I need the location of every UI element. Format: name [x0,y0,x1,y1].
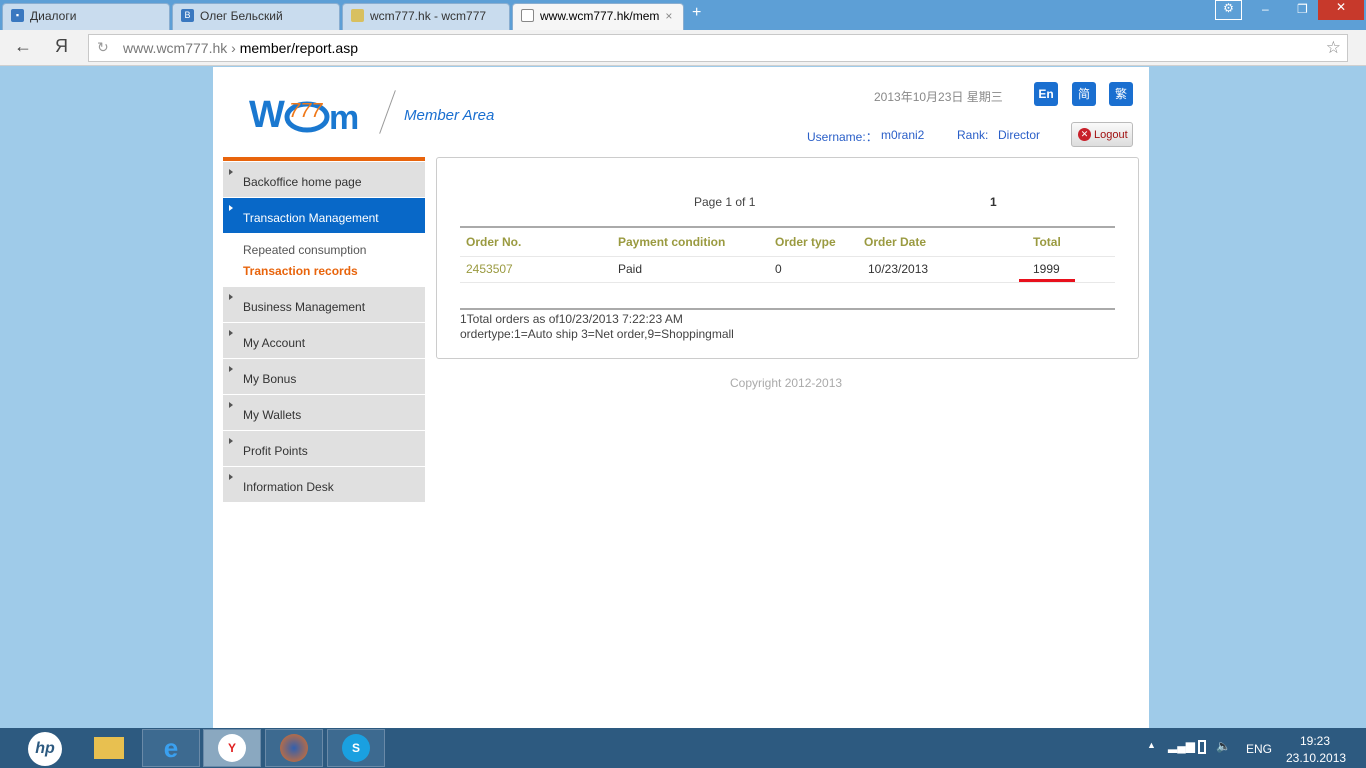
sidebar-item-my-wallets[interactable]: My Wallets [223,395,425,430]
file-explorer-icon[interactable] [80,729,138,767]
tab-vk[interactable]: B Олег Бельский [172,3,340,30]
table-bottom-rule [460,308,1115,310]
report-panel: Page 1 of 1 1 Order No. Payment conditio… [436,157,1139,359]
svg-text:777: 777 [289,100,323,122]
rank-label: Rank: [957,128,989,142]
address-bar: ← Я ↻ www.wcm777.hk › member/report.asp … [0,30,1366,66]
sidebar-item-my-account[interactable]: My Account [223,323,425,358]
internet-explorer-icon[interactable]: e [142,729,200,767]
yandex-button[interactable]: Я [55,36,68,57]
firefox-icon[interactable] [265,729,323,767]
lang-traditional-button[interactable]: 繁 [1109,82,1133,106]
username-label: Username:： [807,130,878,144]
page-link[interactable]: 1 [990,195,997,209]
sidebar-item-transaction-management[interactable]: Transaction Management [223,198,425,233]
member-area-title: Member Area [404,107,495,124]
close-circle-icon: ✕ [1078,128,1091,141]
page-icon [351,9,364,22]
sidebar-item-backoffice[interactable]: Backoffice home page [223,162,425,197]
back-button[interactable]: ← [14,36,32,57]
battery-icon[interactable] [1198,740,1206,754]
clock-time[interactable]: 19:23 [1300,734,1330,748]
signal-icon[interactable]: ▂▄▆ [1168,739,1195,753]
subitem-transaction-records[interactable]: Transaction records [243,264,358,278]
lang-en-button[interactable]: En [1034,82,1058,106]
orders-table: Order No. Payment condition Order type O… [460,228,1115,283]
table-row: 2453507 Paid 0 10/23/2013 1999 [460,256,1115,282]
volume-icon[interactable]: 🔈 [1216,739,1231,753]
current-date: 2013年10月23日 星期三 [874,90,1003,104]
tab-report[interactable]: www.wcm777.hk/mem × [512,3,684,30]
chat-icon: ▪ [11,9,24,22]
bookmark-star-icon[interactable]: ☆ [1326,38,1341,58]
page-info: Page 1 of 1 [694,195,756,209]
url-input[interactable]: ↻ www.wcm777.hk › member/report.asp ☆ [88,34,1348,62]
copyright: Copyright 2012-2013 [730,376,843,390]
restore-button[interactable]: ❐ [1297,2,1308,16]
settings-icon[interactable]: ⚙ [1215,0,1242,20]
logo-divider [379,90,396,134]
show-hidden-icons[interactable]: ▲ [1147,740,1156,750]
language-indicator[interactable]: ENG [1246,742,1272,756]
red-underline-annotation [1019,278,1075,282]
svg-text:m: m [329,99,359,133]
sidebar-item-information-desk[interactable]: Information Desk [223,467,425,502]
browser-tab-bar: ▪ Диалоги B Олег Бельский wcm777.hk - wcm7… [0,0,1366,30]
sidebar-item-business-management[interactable]: Business Management [223,287,425,322]
skype-icon[interactable]: S [327,729,385,767]
order-number[interactable]: 2453507 [460,256,618,282]
sidebar-accent [223,157,425,161]
vk-icon: B [181,9,194,22]
subitem-repeated-consumption[interactable]: Repeated consumption [243,243,366,257]
lang-simplified-button[interactable]: 简 [1072,82,1096,106]
tab-dialogs[interactable]: ▪ Диалоги [2,3,170,30]
page: W 777 m Member Area 2013年10月23日 星期三 En 简 繁… [213,67,1149,728]
svg-text:W: W [249,94,285,133]
yandex-browser-icon[interactable]: Y [203,729,261,767]
rank-value: Director [998,128,1041,142]
minimize-button[interactable]: – [1262,2,1269,16]
wcm777-logo[interactable]: W 777 m [249,89,361,137]
logout-button[interactable]: ✕ Logout [1071,122,1133,147]
close-window-button[interactable]: ✕ [1318,0,1364,20]
new-tab-button[interactable]: + [692,4,701,22]
ordertype-legend: ordertype:1=Auto ship 3=Net order,9=Shop… [460,327,734,341]
reload-icon[interactable]: ↻ [97,39,109,56]
table-header-row: Order No. Payment condition Order type O… [460,228,1115,256]
orders-summary: 1Total orders as of10/23/2013 7:22:23 AM [460,312,683,326]
hp-start-icon[interactable]: hp [28,732,62,766]
document-icon [521,9,534,22]
clock-date[interactable]: 23.10.2013 [1286,751,1346,765]
sidebar-item-profit-points[interactable]: Profit Points [223,431,425,466]
close-tab-icon[interactable]: × [665,9,672,30]
username-value: m0rani2 [881,128,925,142]
taskbar: hp e Y S ▲ ▂▄▆ 🔈 ENG 19:23 23.10.2013 [0,728,1366,768]
tab-wcm[interactable]: wcm777.hk - wcm777 [342,3,510,30]
sidebar-item-my-bonus[interactable]: My Bonus [223,359,425,394]
